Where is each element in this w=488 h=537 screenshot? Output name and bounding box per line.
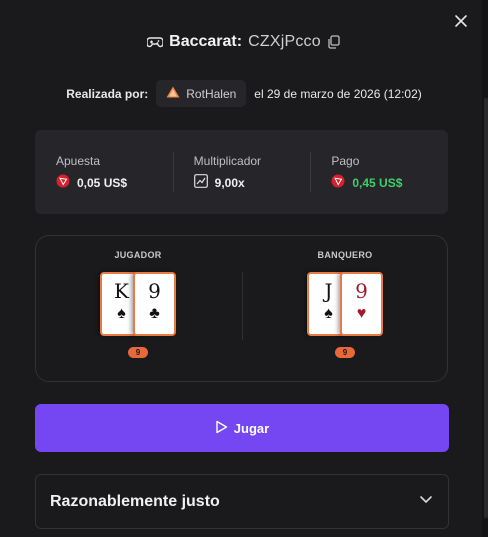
stat-value: 9,00x xyxy=(214,175,245,190)
banker-cards: J ♠ 9 ♥ xyxy=(307,272,383,338)
play-icon xyxy=(215,420,228,437)
card-rank: K xyxy=(114,279,129,303)
player-hand: JUGADOR K ♠ 9 ♣ 9 xyxy=(58,250,218,358)
play-button-label: Jugar xyxy=(233,420,270,436)
heart-icon: ♥ xyxy=(356,305,367,322)
banker-hand: BANQUERO J ♠ 9 ♥ 9 xyxy=(265,250,425,358)
divider xyxy=(242,272,243,340)
play-button[interactable]: Jugar xyxy=(35,404,449,452)
playing-card: 9 ♣ xyxy=(133,272,176,336)
provably-fair-label: Razonablemente justo xyxy=(50,492,220,510)
player-score-badge: 9 xyxy=(128,347,148,358)
copy-icon[interactable] xyxy=(327,35,341,49)
baccarat-result: JUGADOR K ♠ 9 ♣ 9 BANQUERO J ♠ 9 ♥ 9 xyxy=(35,235,448,382)
user-rank-icon xyxy=(166,86,180,101)
stat-multiplier: Multiplicador 9,00x xyxy=(172,130,311,214)
banker-label: BANQUERO xyxy=(317,250,373,260)
stat-label: Multiplicador xyxy=(193,154,262,168)
username: RotHalen xyxy=(186,86,237,101)
player-cards: K ♠ 9 ♣ xyxy=(100,272,176,338)
stat-value: 0,45 US$ xyxy=(352,175,403,190)
gamepad-icon xyxy=(147,35,164,49)
placed-by-label: Realizada por: xyxy=(66,86,149,101)
close-icon[interactable] xyxy=(452,12,470,30)
trx-coin-icon xyxy=(331,174,345,191)
bet-date: el 29 de marzo de 2026 (12:02) xyxy=(254,86,422,101)
user-chip[interactable]: RotHalen xyxy=(156,80,247,107)
chevron-down-icon xyxy=(418,491,434,512)
card-rank: 9 xyxy=(148,279,161,303)
stat-value: 0,05 US$ xyxy=(77,175,128,190)
spade-icon: ♠ xyxy=(324,305,333,322)
playing-card: 9 ♥ xyxy=(340,272,383,336)
card-rank: 9 xyxy=(355,279,368,303)
stat-label: Apuesta xyxy=(56,154,101,168)
bet-stats: Apuesta 0,05 US$ Multiplicador 9,00x Pag… xyxy=(35,130,448,214)
bet-meta: Realizada por: RotHalen el 29 de marzo d… xyxy=(0,80,488,107)
spade-icon: ♠ xyxy=(117,305,126,322)
modal-title: Baccarat: CZXjPcco xyxy=(0,33,488,51)
scrollbar-thumb[interactable] xyxy=(484,98,488,518)
card-rank: J xyxy=(324,279,333,303)
trx-coin-icon xyxy=(56,174,70,191)
banker-score-badge: 9 xyxy=(335,347,355,358)
bet-id: CZXjPcco xyxy=(248,33,321,50)
game-name: Baccarat: xyxy=(169,33,243,50)
player-label: JUGADOR xyxy=(114,250,162,260)
stat-payout: Pago 0,45 US$ xyxy=(310,130,448,214)
provably-fair-accordion[interactable]: Razonablemente justo xyxy=(35,474,449,529)
stat-bet: Apuesta 0,05 US$ xyxy=(35,130,173,214)
club-icon: ♣ xyxy=(149,305,160,322)
stat-label: Pago xyxy=(331,154,360,168)
chart-icon xyxy=(193,174,208,191)
